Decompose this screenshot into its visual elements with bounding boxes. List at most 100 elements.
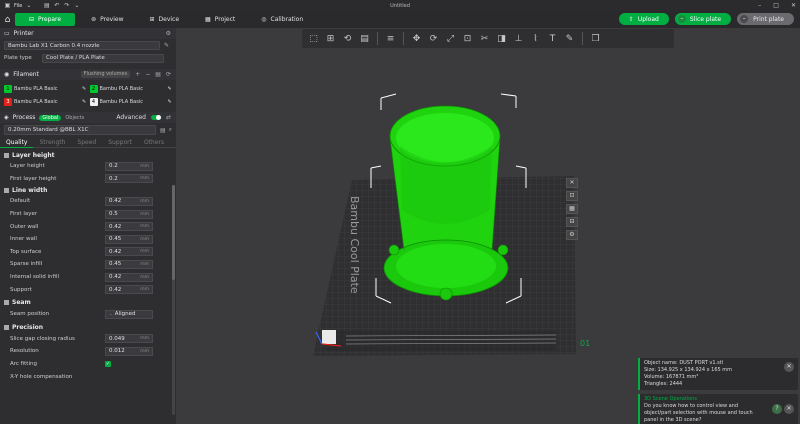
list-icon[interactable]: ▤ [155,71,161,78]
remove-icon[interactable]: − [145,71,150,78]
mesh-boolean-icon[interactable]: ◨ [494,31,509,46]
tab-prepare[interactable]: ⊟ Prepare [15,13,76,26]
tab-calibration[interactable]: ◎ Calibration [251,13,313,26]
home-icon[interactable]: ⌂ [0,11,15,28]
orient-icon[interactable]: ⟲ [340,31,355,46]
lock-plate-icon[interactable]: ⊟ [566,217,578,227]
file-menu[interactable]: File [14,3,22,9]
edit-icon[interactable]: ✎ [168,99,172,105]
rotate-icon[interactable]: ⟳ [426,31,441,46]
filament-item[interactable]: 1 Bambu PLA Basic ✎ [4,84,87,93]
tab-speed[interactable]: Speed [71,137,102,148]
tab-strength[interactable]: Strength [33,137,71,148]
arrange-plate-icon[interactable]: ▦ [566,204,578,214]
tab-project[interactable]: ▦ Project [195,13,245,26]
setting-input[interactable]: 0.42 mm [105,222,153,232]
setting-input[interactable]: 0.012 mm [105,346,153,356]
filament-item[interactable]: 2 Bambu PLA Basic ✎ [89,84,173,93]
edit-icon[interactable]: ✎ [82,99,86,105]
cut-icon[interactable]: ✂ [477,31,492,46]
setting-value: 0.42 [109,274,122,281]
objects-toggle[interactable]: Objects [65,115,84,121]
upload-button[interactable]: ⇧ Upload [618,13,669,25]
lay-on-face-icon[interactable]: ⊡ [460,31,475,46]
redo-icon[interactable]: ↷ [63,2,70,9]
close-icon[interactable]: ✕ [784,404,794,414]
global-toggle[interactable]: Global [39,114,62,121]
plate-settings-icon[interactable]: ⚙ [566,230,578,240]
setting-input[interactable]: 0.5 mm [105,209,153,219]
print-plate-button[interactable]: – Print plate [737,13,794,25]
edit-icon[interactable]: ✎ [82,86,86,92]
close-plate-icon[interactable]: ✕ [566,178,578,188]
save-icon[interactable]: ▤ [160,127,166,134]
plate-type-select[interactable]: Cool Plate / PLA Plate [42,53,164,63]
text-icon[interactable]: T [545,31,560,46]
sidebar-scrollbar-thumb[interactable] [172,185,175,280]
setting-input[interactable]: 0.42 mm [105,247,153,257]
filament-color-swatch[interactable]: 4 [89,97,98,106]
edit-icon[interactable]: ✎ [168,86,172,92]
slice-plate-button[interactable]: – Slice plate [674,13,732,25]
setting-input[interactable]: 0.42 mm [105,285,153,295]
printer-select[interactable]: Bambu Lab X1 Carbon 0.4 nozzle [4,41,160,50]
tab-device[interactable]: ⊞ Device [139,13,189,26]
plate-number[interactable]: 01 [580,339,590,348]
add-object-icon[interactable]: ⬚ [306,31,321,46]
tab-support[interactable]: Support [102,137,138,148]
chevron-down-icon[interactable]: ⌄ [73,2,80,9]
orient-plate-icon[interactable]: ⊡ [566,191,578,201]
tab-label: Calibration [270,16,304,23]
setting-input[interactable]: 0.42 mm [105,272,153,282]
setting-input[interactable]: 0.42 mm [105,196,153,206]
filament-name: Bambu PLA Basic [99,85,143,92]
arc-fitting-checkbox[interactable]: ✓ [105,361,111,368]
flushing-volumes-button[interactable]: Flushing volumes [80,71,131,78]
seam-position-select[interactable]: ⌄ Aligned [105,309,153,319]
color-paint-icon[interactable]: ✎ [562,31,577,46]
arrange-icon[interactable]: ▤ [357,31,372,46]
tab-others[interactable]: Others [138,137,170,148]
layers-icon[interactable]: ≡ [383,31,398,46]
filament-item[interactable]: 3 Bambu PLA Basic ✎ [4,97,87,106]
tab-quality[interactable]: Quality [0,137,34,148]
close-icon[interactable]: ✕ [791,2,796,9]
settings-icon[interactable]: ⚙ [166,30,171,37]
setting-input[interactable]: 0.45 mm [105,234,153,244]
filament-item[interactable]: 4 Bambu PLA Basic ✎ [89,97,173,106]
edit-icon[interactable]: ✎ [164,42,169,49]
filament-color-swatch[interactable]: 2 [89,84,98,93]
3d-viewport[interactable]: Bambu Cool Plate 01 ⬚ ⊞ ⟲ ▤ ≡ ✥ ⟳ ⤢ ⊡ ✂ … [176,28,800,424]
seam-paint-icon[interactable]: ⌇ [528,31,543,46]
setting-input[interactable]: 0.049 mm [105,334,153,344]
filament-color-swatch[interactable]: 1 [4,84,12,93]
dropdown-icon[interactable]: – [740,15,749,23]
chevron-down-icon[interactable]: ⌄ [25,2,32,9]
assembly-view-icon[interactable]: ❒ [588,31,603,46]
search-icon[interactable]: ⌕ [169,126,172,134]
save-icon[interactable]: ▤ [43,2,50,9]
move-icon[interactable]: ✥ [409,31,424,46]
scale-icon[interactable]: ⤢ [443,31,458,46]
setting-input[interactable]: 0.2 mm [105,174,153,184]
3d-model-dust-port[interactable] [383,105,509,301]
undo-icon[interactable]: ↶ [53,2,60,9]
setting-input[interactable]: 0.45 mm [105,259,153,269]
close-icon[interactable]: ✕ [784,362,794,372]
group-line-width: Line width [0,185,176,195]
process-profile-select[interactable]: 0.20mm Standard @BBL X1C [4,125,156,135]
dropdown-icon[interactable]: – [677,15,686,23]
filament-color-swatch[interactable]: 3 [4,97,12,106]
support-paint-icon[interactable]: ⊥ [511,31,526,46]
help-icon[interactable]: ? [772,404,782,414]
setting-input[interactable]: 0.2 mm [105,161,153,171]
add-plate-icon[interactable]: ⊞ [323,31,338,46]
compare-icon[interactable]: ⇄ [166,114,171,121]
add-icon[interactable]: + [135,71,140,78]
minimize-icon[interactable]: – [758,2,761,9]
sync-icon[interactable]: ⟳ [166,71,171,78]
advanced-toggle[interactable] [150,115,161,120]
maximize-icon[interactable]: □ [773,2,779,9]
tab-preview[interactable]: ⊚ Preview [81,13,133,26]
3d-toolbar: ⬚ ⊞ ⟲ ▤ ≡ ✥ ⟳ ⤢ ⊡ ✂ ◨ ⊥ ⌇ T ✎ ❒ [302,29,674,48]
